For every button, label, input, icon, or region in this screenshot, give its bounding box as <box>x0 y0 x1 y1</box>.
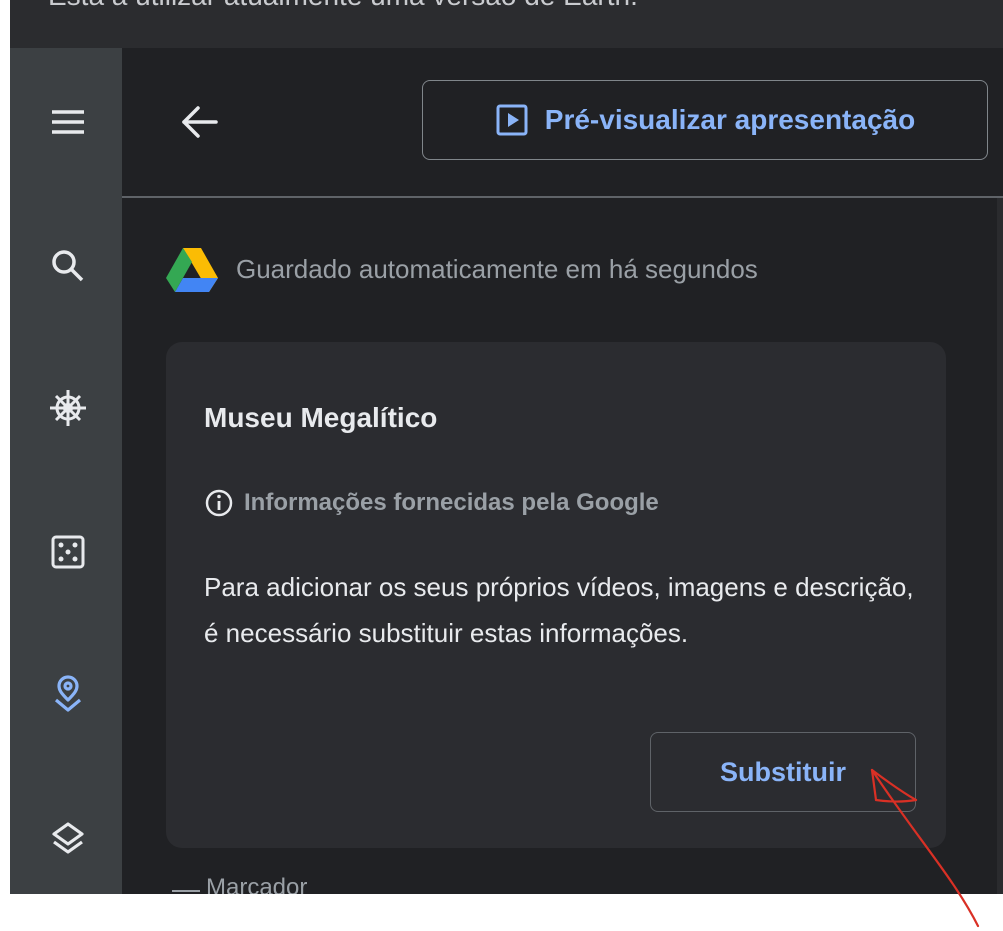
save-status: Guardado automaticamente em há segundos <box>166 244 758 294</box>
editor-panel: Pré-visualizar apresentação Guardado aut… <box>122 48 1003 901</box>
left-gutter <box>0 0 10 931</box>
info-source-label: Informações fornecidas pela Google <box>244 489 659 516</box>
panel-header: Pré-visualizar apresentação <box>122 48 1003 198</box>
place-info-card: Museu Megalítico Informações fornecidas … <box>166 342 946 848</box>
autosave-status-text: Guardado automaticamente em há segundos <box>236 253 758 284</box>
info-source: Informações fornecidas pela Google <box>204 488 659 518</box>
preview-label: Pré-visualizar apresentação <box>544 104 916 135</box>
info-icon <box>205 489 233 517</box>
back-arrow-icon[interactable] <box>178 100 222 144</box>
replace-button[interactable]: Substituir <box>650 732 916 812</box>
place-title: Museu Megalítico <box>204 402 438 433</box>
sidebar <box>10 48 122 894</box>
menu-icon[interactable] <box>48 102 88 142</box>
top-banner: Está a utilizar atualmente uma versão de… <box>10 0 1003 48</box>
marker-divider <box>172 890 200 892</box>
preview-presentation-button[interactable]: Pré-visualizar apresentação <box>422 80 988 160</box>
search-icon[interactable] <box>48 246 88 286</box>
location-pin-icon[interactable] <box>48 674 88 714</box>
card-description: Para adicionar os seus próprios vídeos, … <box>204 572 914 648</box>
layers-icon[interactable] <box>48 818 88 858</box>
top-banner-text: Está a utilizar atualmente uma versão de… <box>48 0 638 12</box>
bottom-margin <box>10 894 1003 931</box>
google-drive-icon <box>166 246 218 292</box>
ship-wheel-icon[interactable] <box>48 388 88 428</box>
dice-icon[interactable] <box>48 532 88 572</box>
play-icon <box>496 104 528 136</box>
scrollbar[interactable] <box>997 198 1003 894</box>
